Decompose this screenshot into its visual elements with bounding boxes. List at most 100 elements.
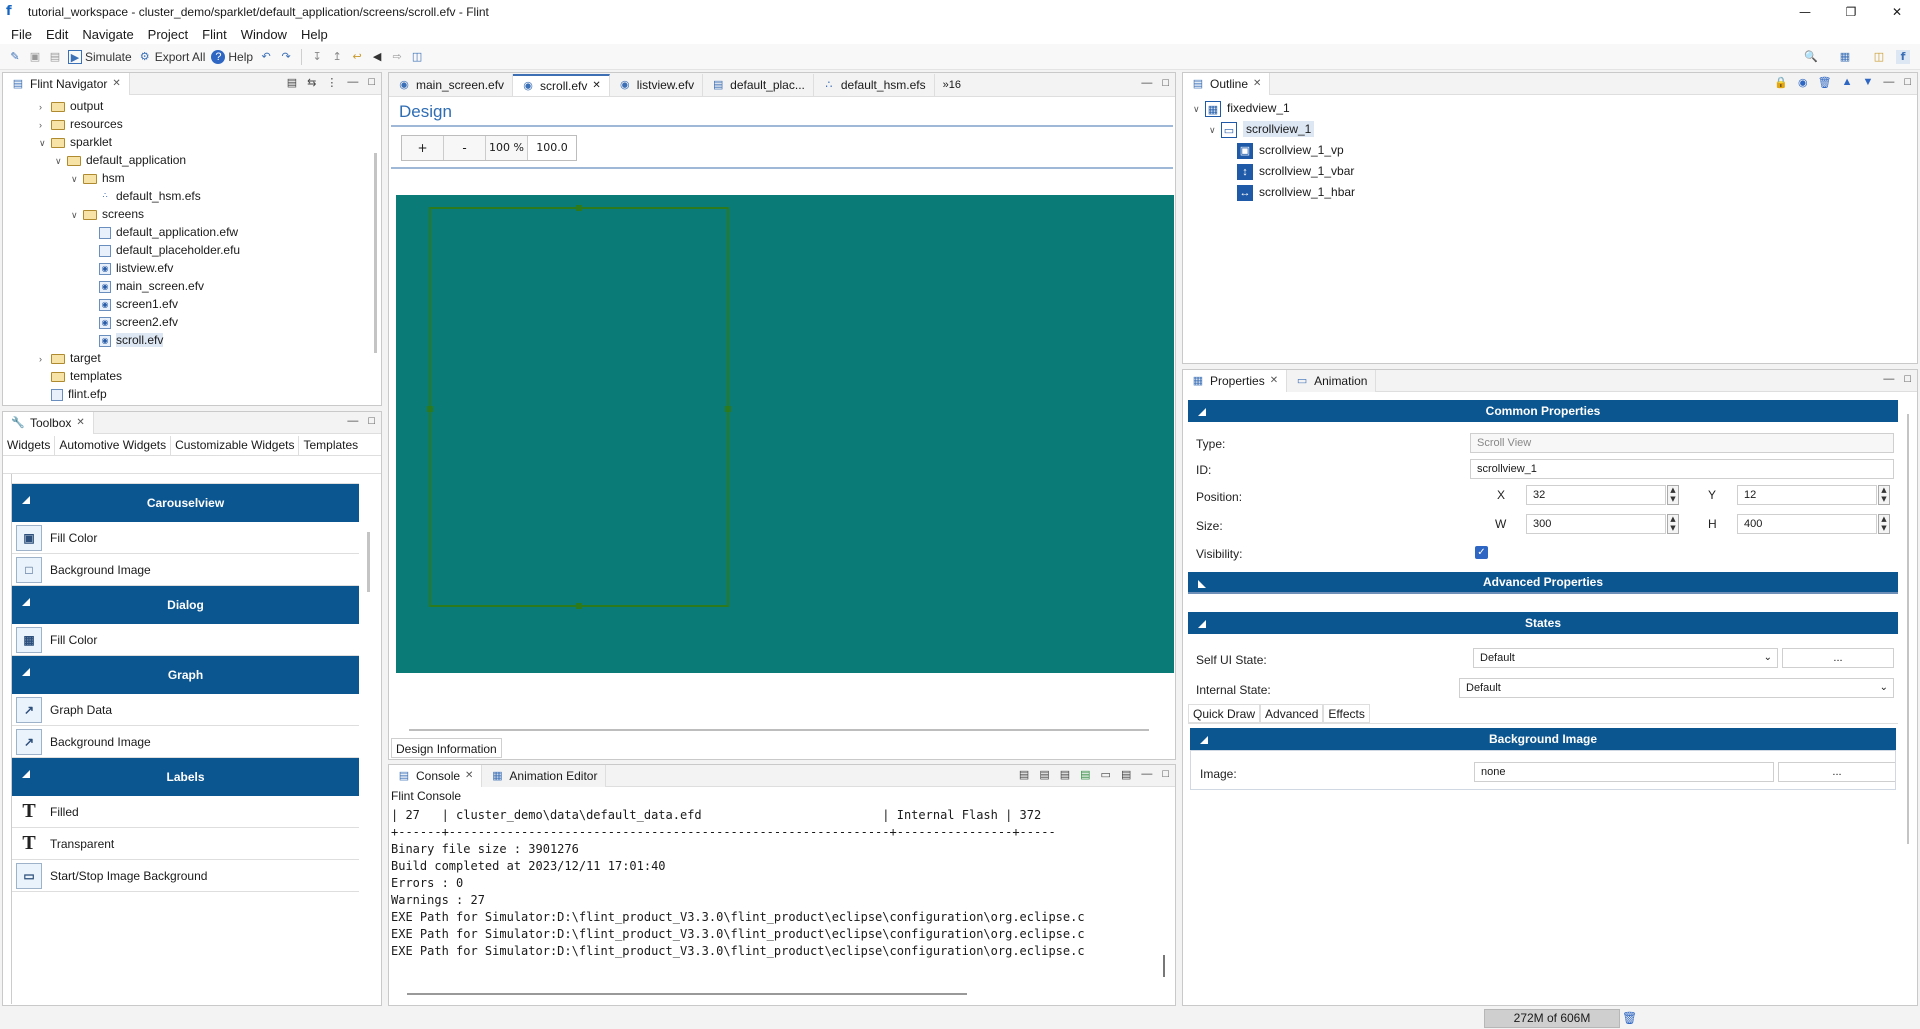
tab-customizable-widgets[interactable]: Customizable Widgets [171, 436, 300, 455]
tab-effects[interactable]: Effects [1323, 704, 1370, 723]
internal-state-select[interactable]: Default ⌄ [1459, 678, 1894, 698]
close-icon[interactable]: ✕ [592, 80, 600, 91]
chevron-down-icon[interactable]: ∨ [1209, 120, 1221, 141]
chevron-down-icon[interactable]: ∨ [1193, 99, 1205, 120]
open-console-icon[interactable]: ▤ [1121, 768, 1131, 781]
outline-item[interactable]: ▣ scrollview_1_vp [1187, 140, 1917, 161]
close-icon[interactable]: ✕ [112, 78, 120, 89]
trash-icon[interactable]: 🗑 [1622, 1011, 1637, 1025]
view-menu-icon[interactable]: ⋮ [326, 76, 337, 89]
toolbox-category-header[interactable]: Labels [12, 758, 359, 796]
chevron-down-icon[interactable]: ∨ [55, 152, 67, 170]
resize-handle-top[interactable] [576, 205, 582, 211]
navigator-item[interactable]: ∨ screens [3, 205, 381, 223]
navigator-item[interactable]: ∨ sparklet [3, 133, 381, 151]
close-icon[interactable]: ✕ [1270, 375, 1278, 386]
toolbox-category-header[interactable]: Graph [12, 656, 359, 694]
zoom-out-button[interactable]: - [444, 136, 486, 160]
tab-animation[interactable]: ▭ Animation [1287, 369, 1377, 392]
menu-flint[interactable]: Flint [195, 27, 234, 42]
tab-templates[interactable]: Templates [299, 436, 362, 455]
minimize-icon[interactable]: — [1141, 768, 1152, 781]
nav-forward-icon[interactable]: ⇨ [390, 50, 404, 64]
tab-properties[interactable]: ▦ Properties ✕ [1183, 369, 1288, 392]
navigator-item[interactable]: templates [3, 367, 381, 385]
nav-back-icon[interactable]: ◀ [370, 50, 384, 64]
maximize-icon[interactable]: □ [1162, 77, 1169, 89]
navigator-item[interactable]: flint.efp [3, 385, 381, 403]
h-field[interactable]: 400 [1737, 514, 1877, 534]
design-canvas[interactable] [396, 195, 1174, 673]
outline-item[interactable]: ∨ ▦ fixedview_1 [1187, 98, 1917, 119]
y-field[interactable]: 12 [1737, 485, 1877, 505]
toolbox-item[interactable]: T Transparent [12, 828, 359, 860]
scrollview-widget[interactable] [427, 205, 731, 609]
advanced-properties-header[interactable]: Advanced Properties [1188, 572, 1898, 594]
close-button[interactable]: ✕ [1874, 0, 1920, 24]
tab-quick-draw[interactable]: Quick Draw [1188, 704, 1261, 723]
chevron-down-icon[interactable]: ∨ [39, 134, 51, 152]
toolbox-scrollbar[interactable] [367, 532, 370, 592]
move-down-icon[interactable]: ▼ [1862, 76, 1873, 89]
toolbox-item[interactable]: □ Background Image [12, 554, 359, 586]
editor-hscrollbar[interactable] [409, 729, 1149, 731]
collapse-all-icon[interactable]: ▤ [287, 76, 297, 89]
editor-tab[interactable]: ∴ default_hsm.efs [814, 73, 935, 96]
maximize-icon[interactable]: □ [1904, 373, 1911, 385]
console-hscrollbar[interactable] [407, 993, 967, 995]
outline-item[interactable]: ↔ scrollview_1_hbar [1187, 182, 1917, 203]
toolbox-item[interactable]: ▭ Start/Stop Image Background [12, 860, 359, 892]
menu-file[interactable]: File [4, 27, 39, 42]
maximize-icon[interactable]: □ [1904, 76, 1911, 89]
navigator-scrollbar[interactable] [374, 153, 377, 353]
minimize-icon[interactable]: — [347, 76, 358, 89]
memory-indicator[interactable]: 272M of 606M [1484, 1009, 1620, 1028]
lock-icon[interactable]: 🔒 [1774, 76, 1788, 89]
maximize-button[interactable]: ❐ [1828, 0, 1874, 24]
toolbox-item[interactable]: ↗ Graph Data [12, 694, 359, 726]
chevron-right-icon[interactable]: › [39, 98, 51, 116]
menu-navigate[interactable]: Navigate [75, 27, 140, 42]
navigator-item[interactable]: ∨ hsm [3, 169, 381, 187]
close-icon[interactable]: ✕ [76, 417, 84, 428]
upload-icon[interactable]: ↥ [330, 50, 344, 64]
tab-navigator[interactable]: ▤ Flint Navigator ✕ [3, 72, 130, 95]
resource-icon[interactable]: ◫ [1872, 50, 1886, 64]
minimize-icon[interactable]: — [347, 415, 358, 427]
close-icon[interactable]: ✕ [465, 770, 473, 781]
export-all-button[interactable]: ⚙ Export All [138, 50, 206, 64]
navigator-item[interactable]: default_application.efw [3, 223, 381, 241]
editor-tab[interactable]: ◉ scroll.efv ✕ [513, 73, 610, 96]
word-wrap-icon[interactable]: ▤ [1060, 768, 1070, 781]
navigator-item[interactable]: ◉ screen1.efv [3, 295, 381, 313]
editor-tab[interactable]: ◉ listview.efv [610, 73, 704, 96]
navigator-item[interactable]: › resources [3, 115, 381, 133]
tab-automotive-widgets[interactable]: Automotive Widgets [55, 436, 172, 455]
h-stepper[interactable]: ▲ ▼ [1878, 514, 1890, 534]
delete-icon[interactable]: 🗑 [1818, 76, 1832, 89]
save-icon[interactable]: ▣ [28, 50, 42, 64]
console-vscrollbar[interactable] [1163, 955, 1165, 977]
menu-edit[interactable]: Edit [39, 27, 75, 42]
menu-help[interactable]: Help [294, 27, 335, 42]
toolbox-item[interactable]: ▦ Fill Color [12, 624, 359, 656]
open-perspective-icon[interactable]: ◫ [410, 50, 424, 64]
toolbox-category-header[interactable]: Carouselview [12, 484, 359, 522]
menu-window[interactable]: Window [234, 27, 294, 42]
chevron-right-icon[interactable]: › [39, 350, 51, 368]
outline-item[interactable]: ∨ ▭ scrollview_1 [1187, 119, 1917, 140]
navigator-item[interactable]: ∴ default_hsm.efs [3, 187, 381, 205]
tab-design-information[interactable]: Design Information [391, 738, 502, 758]
perspective-icon[interactable]: ▦ [1838, 50, 1852, 64]
navigator-item[interactable]: › output [3, 97, 381, 115]
maximize-icon[interactable]: □ [368, 415, 375, 427]
navigator-item[interactable]: ◉ scroll.efv [3, 331, 381, 349]
maximize-icon[interactable]: □ [1162, 768, 1169, 781]
chevron-down-icon[interactable]: ∨ [71, 170, 83, 188]
menu-project[interactable]: Project [141, 27, 195, 42]
x-field[interactable]: 32 [1526, 485, 1666, 505]
outline-item[interactable]: ↕ scrollview_1_vbar [1187, 161, 1917, 182]
background-image-header[interactable]: Background Image [1190, 728, 1896, 750]
close-icon[interactable]: ✕ [1253, 78, 1261, 89]
toolbox-filter[interactable] [3, 456, 381, 474]
